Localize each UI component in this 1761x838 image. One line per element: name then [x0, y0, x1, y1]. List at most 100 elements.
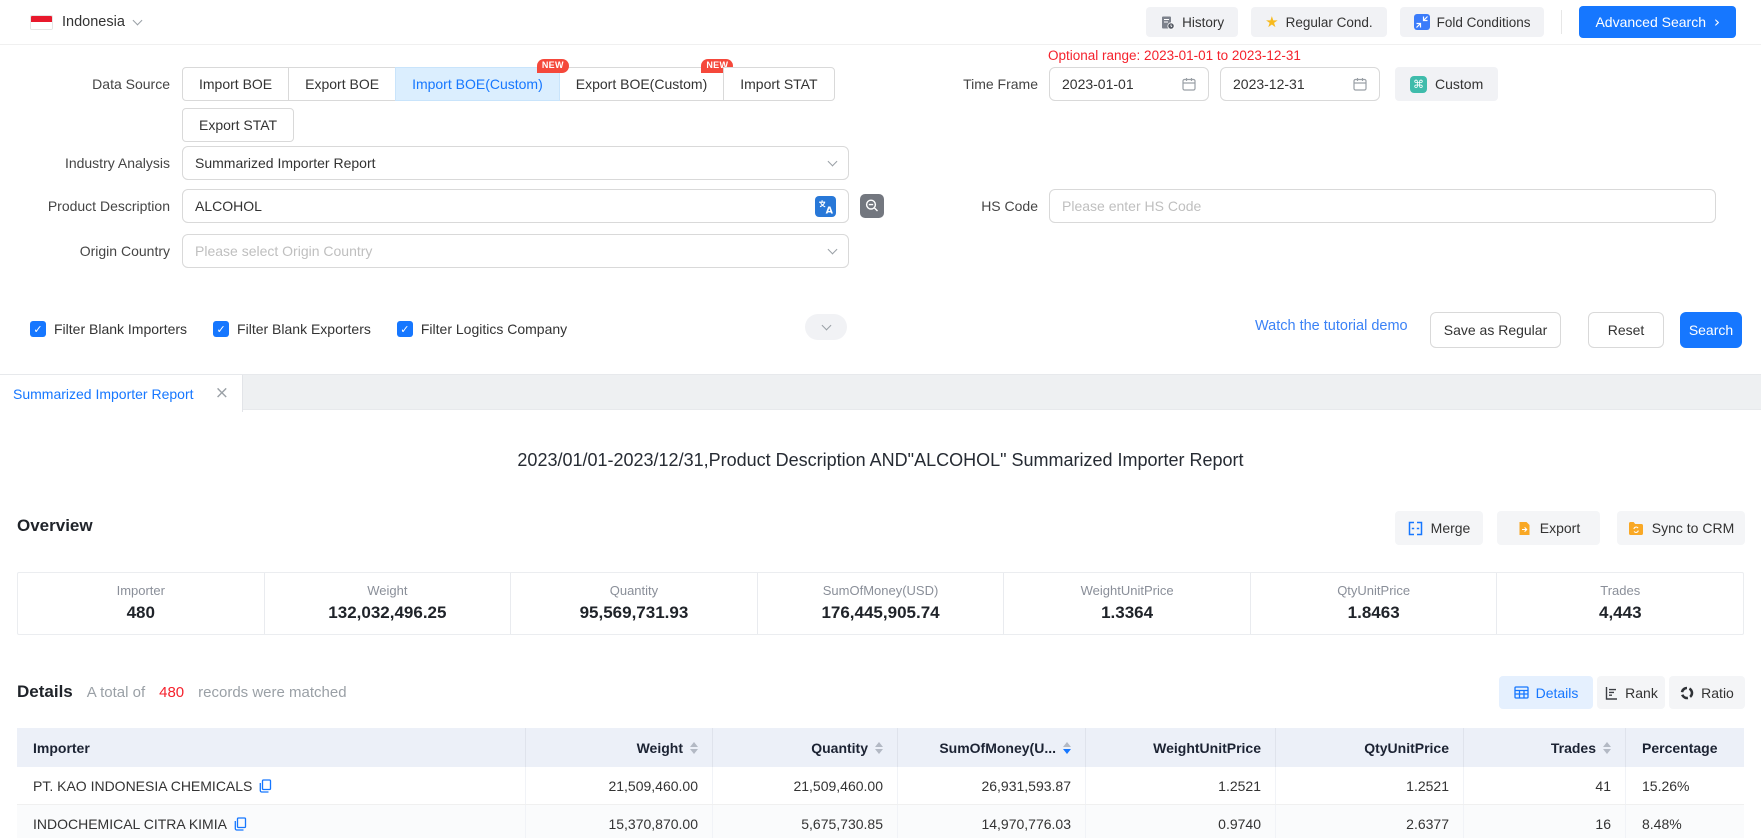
percentage-cell: 8.48% — [1626, 805, 1744, 838]
tab-summarized-importer-report[interactable]: Summarized Importer Report × — [0, 375, 243, 412]
search-form: Optional range: 2023-01-01 to 2023-12-31… — [0, 46, 1761, 374]
sync-to-crm-label: Sync to CRM — [1652, 520, 1734, 536]
sync-to-crm-button[interactable]: Sync to CRM — [1617, 511, 1745, 545]
topbar: Indonesia History ★ Regular Cond. Fold C… — [0, 0, 1761, 45]
export-icon — [1517, 521, 1532, 536]
copy-icon[interactable] — [259, 779, 272, 793]
translate-icon[interactable]: A — [815, 196, 836, 217]
export-button[interactable]: Export — [1497, 511, 1600, 545]
industry-analysis-select[interactable]: Summarized Importer Report — [182, 146, 849, 180]
chevron-down-icon — [828, 244, 838, 254]
details-label: Details — [17, 682, 73, 702]
quantity-cell: 5,675,730.85 — [713, 805, 898, 838]
filter-blank-importers: ✓ Filter Blank Importers — [30, 321, 187, 337]
sort-icon-active-desc[interactable] — [1063, 742, 1071, 754]
country-selector[interactable]: Indonesia — [30, 14, 141, 30]
report-title: 2023/01/01-2023/12/31,Product Descriptio… — [0, 450, 1761, 471]
reset-button[interactable]: Reset — [1588, 312, 1664, 348]
industry-analysis-value: Summarized Importer Report — [195, 155, 376, 171]
country-name: Indonesia — [62, 14, 125, 30]
col-sum-of-money[interactable]: SumOfMoney(U... — [898, 728, 1086, 767]
product-description-field[interactable]: A — [182, 189, 849, 223]
save-as-regular-button[interactable]: Save as Regular — [1430, 312, 1561, 348]
view-ratio-button[interactable]: Ratio — [1669, 676, 1745, 709]
origin-country-select[interactable]: Please select Origin Country — [182, 234, 849, 268]
importer-cell: PT. KAO INDONESIA CHEMICALS — [17, 767, 526, 804]
checkbox-checked-icon[interactable]: ✓ — [30, 321, 46, 337]
close-icon[interactable]: × — [215, 385, 229, 402]
fold-conditions-icon — [1414, 14, 1430, 30]
table-row: PT. KAO INDONESIA CHEMICALS 21,509,460.0… — [17, 767, 1744, 805]
optional-range-hint: Optional range: 2023-01-01 to 2023-12-31 — [1048, 48, 1301, 63]
divider — [1561, 10, 1562, 34]
sort-icon[interactable] — [690, 742, 698, 754]
product-description-input[interactable] — [195, 198, 815, 214]
rank-icon — [1604, 686, 1618, 700]
tab-import-boe[interactable]: Import BOE — [182, 67, 289, 101]
quantity-cell: 21,509,460.00 — [713, 767, 898, 804]
merge-label: Merge — [1431, 520, 1471, 536]
svg-text:A: A — [826, 205, 834, 216]
checkbox-checked-icon[interactable]: ✓ — [397, 321, 413, 337]
advanced-search-button[interactable]: Advanced Search › — [1579, 6, 1736, 38]
result-tab-title: Summarized Importer Report — [13, 386, 194, 402]
expand-conditions-button[interactable] — [805, 314, 847, 340]
search-button[interactable]: Search — [1680, 312, 1742, 348]
weight-cell: 15,370,870.00 — [526, 805, 713, 838]
merge-icon — [1408, 521, 1423, 536]
copy-icon[interactable] — [234, 817, 247, 831]
fold-conditions-button[interactable]: Fold Conditions — [1400, 7, 1545, 37]
sum-of-money-cell: 14,970,776.03 — [898, 805, 1086, 838]
chevron-down-icon — [821, 320, 831, 330]
chevron-right-icon: › — [1714, 15, 1720, 30]
hs-code-field[interactable] — [1049, 189, 1716, 223]
view-rank-label: Rank — [1625, 685, 1658, 701]
custom-range-button[interactable]: ⌘ Custom — [1395, 67, 1498, 101]
percentage-cell: 15.26% — [1626, 767, 1744, 804]
star-icon: ★ — [1265, 15, 1278, 30]
stat-importer: Importer480 — [18, 573, 264, 634]
chevron-down-icon — [828, 156, 838, 166]
tab-export-stat[interactable]: Export STAT — [182, 108, 294, 142]
view-rank-button[interactable]: Rank — [1597, 676, 1665, 709]
tutorial-link[interactable]: Watch the tutorial demo — [1255, 318, 1408, 334]
result-tab-strip: Summarized Importer Report × — [0, 374, 1761, 410]
col-weight[interactable]: Weight — [526, 728, 713, 767]
data-source-label: Data Source — [0, 67, 170, 101]
history-button[interactable]: History — [1146, 7, 1238, 37]
trades-cell: 16 — [1464, 805, 1626, 838]
weight-cell: 21,509,460.00 — [526, 767, 713, 804]
custom-label: Custom — [1435, 76, 1483, 92]
col-weight-unit-price: WeightUnitPrice — [1086, 728, 1276, 767]
topbar-actions: History ★ Regular Cond. Fold Conditions … — [1146, 6, 1736, 38]
date-from-field[interactable] — [1049, 67, 1209, 101]
sort-icon[interactable] — [875, 742, 883, 754]
checkbox-checked-icon[interactable]: ✓ — [213, 321, 229, 337]
tab-export-boe[interactable]: Export BOE — [288, 67, 396, 101]
sort-icon[interactable] — [1603, 742, 1611, 754]
stat-quantity: Quantity95,569,731.93 — [510, 573, 757, 634]
merge-button[interactable]: Merge — [1395, 511, 1483, 545]
calendar-icon[interactable] — [1182, 77, 1196, 91]
date-to-input[interactable] — [1233, 76, 1353, 92]
calendar-icon[interactable] — [1353, 77, 1367, 91]
product-description-label: Product Description — [0, 189, 170, 223]
tab-export-boe-custom[interactable]: Export BOE(Custom) NEW — [559, 67, 724, 101]
overview-stats-card: Importer480 Weight132,032,496.25 Quantit… — [17, 572, 1744, 635]
filter-blank-exporters: ✓ Filter Blank Exporters — [213, 321, 371, 337]
view-ratio-label: Ratio — [1701, 685, 1734, 701]
col-quantity[interactable]: Quantity — [713, 728, 898, 767]
regular-cond-button[interactable]: ★ Regular Cond. — [1251, 7, 1387, 37]
ratio-icon — [1680, 686, 1694, 700]
details-heading: Details A total of 480 records were matc… — [17, 682, 347, 702]
tab-import-boe-custom[interactable]: Import BOE(Custom) NEW — [395, 67, 560, 101]
view-details-button[interactable]: Details — [1499, 676, 1593, 709]
view-details-label: Details — [1536, 685, 1579, 701]
col-trades[interactable]: Trades — [1464, 728, 1626, 767]
tab-import-stat[interactable]: Import STAT — [723, 67, 834, 101]
hs-code-input[interactable] — [1062, 198, 1703, 214]
stat-weight-unit-price: WeightUnitPrice1.3364 — [1003, 573, 1250, 634]
importer-cell: INDOCHEMICAL CITRA KIMIA — [17, 805, 526, 838]
date-to-field[interactable] — [1220, 67, 1380, 101]
date-from-input[interactable] — [1062, 76, 1182, 92]
